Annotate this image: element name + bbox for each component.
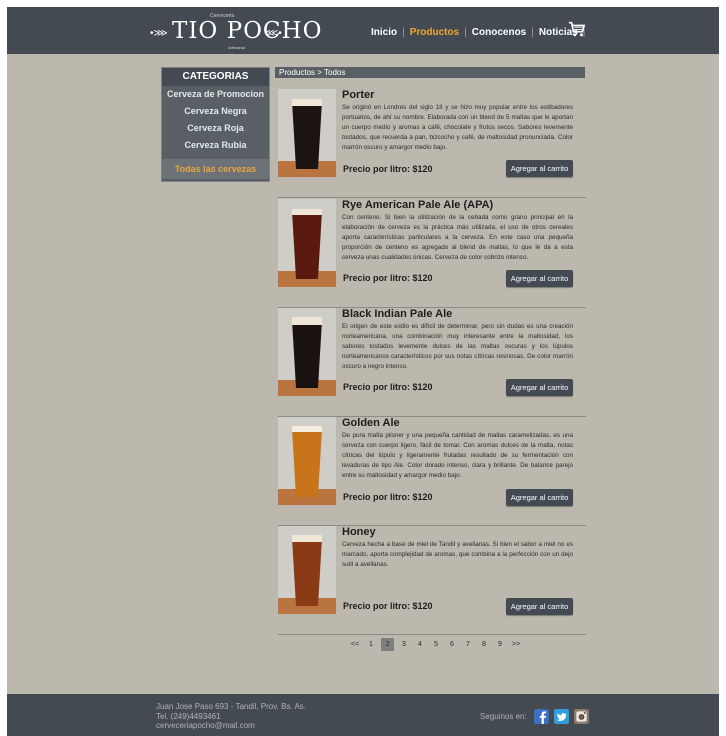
add-to-cart-button[interactable]: Agregar al carrito — [506, 379, 573, 396]
nav-productos[interactable]: Productos — [410, 27, 459, 38]
footer-contact: Juan Jose Paso 693 - Tandil, Prov. Bs. A… — [156, 702, 306, 731]
beer-glass-image — [278, 417, 336, 505]
pagination-page-5[interactable]: 5 — [428, 641, 444, 648]
product-honey: Honey Cerveza hecha a base de miel de Ta… — [278, 526, 586, 635]
instagram-icon[interactable] — [574, 709, 589, 724]
product-description: Cerveza hecha a base de miel de Tandil y… — [342, 541, 573, 568]
add-to-cart-button[interactable]: Agregar al carrito — [506, 160, 573, 177]
product-name: Black Indian Pale Ale — [342, 308, 453, 320]
product-description: El origen de este estilo es difícil de d… — [342, 323, 573, 370]
sidebar-item-rubia[interactable]: Cerveza Rubia — [162, 137, 269, 154]
pagination: << 1 2 3 4 5 6 7 8 9 >> — [347, 637, 524, 651]
product-price: Precio por litro: $120 — [343, 164, 433, 174]
footer-address: Juan Jose Paso 693 - Tandil, Prov. Bs. A… — [156, 702, 307, 711]
nav-inicio[interactable]: Inicio — [371, 27, 397, 38]
product-price: Precio por litro: $120 — [343, 601, 433, 611]
product-name: Porter — [342, 89, 375, 101]
pagination-page-3[interactable]: 3 — [396, 641, 412, 648]
sidebar-item-todas[interactable]: Todas las cervezas — [162, 159, 269, 179]
add-to-cart-button[interactable]: Agregar al carrito — [506, 489, 573, 506]
pagination-page-6[interactable]: 6 — [444, 641, 460, 648]
logo-wing-right-icon: ⋘• — [264, 28, 282, 39]
pagination-next[interactable]: >> — [508, 641, 524, 648]
page-frame: Cerveceria •⋙ TIO POCHO ⋘• Artesanal Ini… — [7, 7, 719, 736]
facebook-icon[interactable] — [534, 709, 549, 724]
logo-wordmark: TIO POCHO — [172, 18, 323, 44]
product-description: Se originó en Londres del siglo 18 y se … — [342, 104, 573, 151]
product-rye-apa: Rye American Pale Ale (APA) Con centeno.… — [278, 199, 586, 308]
follow-label: Seguinos en: — [480, 712, 527, 721]
main-nav: Inicio | Productos | Conocenos | Noticia… — [371, 25, 590, 39]
footer-phone: Tel. (249)4493461 — [156, 711, 221, 721]
add-to-cart-button[interactable]: Agregar al carrito — [506, 270, 573, 287]
nav-separator: | — [531, 26, 534, 38]
sidebar-item-roja[interactable]: Cerveza Roja — [162, 120, 269, 137]
nav-conocenos[interactable]: Conocenos — [472, 27, 526, 38]
sidebar-item-promocion[interactable]: Cerveza de Promocion — [162, 86, 269, 103]
beer-glass-image — [278, 526, 336, 614]
product-price: Precio por litro: $120 — [343, 492, 433, 502]
beer-glass-image — [278, 89, 336, 177]
breadcrumb: Productos > Todos — [275, 67, 585, 78]
product-name: Rye American Pale Ale (APA) — [342, 199, 494, 211]
product-description: Con centeno. Si bien la utilización de l… — [342, 214, 573, 261]
logo-tag-bottom: Artesanal — [228, 45, 245, 50]
beer-glass-image — [278, 199, 336, 287]
product-name: Golden Ale — [342, 417, 400, 429]
nav-separator: | — [402, 26, 405, 38]
product-price: Precio por litro: $120 — [343, 382, 433, 392]
product-porter: Porter Se originó en Londres del siglo 1… — [278, 89, 586, 198]
product-name: Honey — [342, 526, 376, 538]
pagination-page-8[interactable]: 8 — [476, 641, 492, 648]
pagination-page-2-current[interactable]: 2 — [381, 637, 394, 651]
sidebar-item-negra[interactable]: Cerveza Negra — [162, 103, 269, 120]
add-to-cart-button[interactable]: Agregar al carrito — [506, 598, 573, 615]
pagination-page-4[interactable]: 4 — [412, 641, 428, 648]
pagination-page-1[interactable]: 1 — [363, 641, 379, 648]
twitter-icon[interactable] — [554, 709, 569, 724]
site-footer: Juan Jose Paso 693 - Tandil, Prov. Bs. A… — [7, 694, 719, 736]
categories-title: CATEGORIAS — [162, 68, 269, 86]
product-black-ipa: Black Indian Pale Ale El origen de este … — [278, 308, 586, 417]
categories-sidebar: CATEGORIAS Cerveza de Promocion Cerveza … — [161, 67, 270, 182]
product-golden-ale: Golden Ale De pura malta pilsner y una p… — [278, 417, 586, 526]
beer-glass-image — [278, 308, 336, 396]
shopping-cart-icon[interactable] — [568, 20, 586, 38]
product-price: Precio por litro: $120 — [343, 273, 433, 283]
product-description: De pura malta pilsner y una pequeña cant… — [342, 432, 573, 479]
site-logo[interactable]: Cerveceria •⋙ TIO POCHO ⋘• Artesanal — [150, 13, 321, 50]
pagination-page-7[interactable]: 7 — [460, 641, 476, 648]
nav-separator: | — [464, 26, 467, 38]
pagination-page-9[interactable]: 9 — [492, 641, 508, 648]
site-header: Cerveceria •⋙ TIO POCHO ⋘• Artesanal Ini… — [7, 7, 719, 54]
logo-wing-left-icon: •⋙ — [150, 28, 168, 39]
pagination-prev[interactable]: << — [347, 641, 363, 648]
footer-email[interactable]: cerveceriapocho@mail.com — [156, 721, 306, 731]
